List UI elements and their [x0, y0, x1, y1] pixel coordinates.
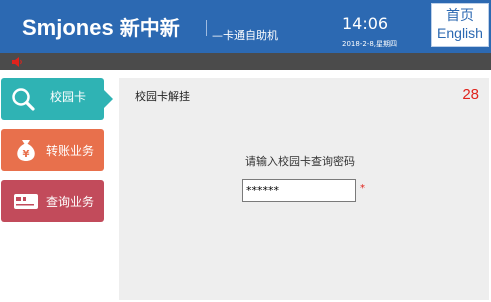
header-bar: Smjones 新中新 —卡通自助机 14:06 2018-2-8,星期四 首页 … [0, 0, 491, 53]
sidebar-item-label: 校园卡 [50, 90, 87, 104]
brand-cn: 新中新 [119, 18, 180, 40]
sidebar-item-query[interactable]: 查询业务 [1, 180, 104, 222]
money-bag-icon: ¥ [17, 140, 35, 161]
password-input[interactable] [242, 179, 356, 202]
brand-logo: Smjones 新中新 [22, 12, 180, 41]
svg-text:¥: ¥ [23, 149, 30, 160]
header-divider [206, 20, 207, 36]
page-title: 校园卡解挂 [135, 90, 190, 103]
notice-bar [0, 53, 491, 70]
home-button[interactable]: 首页 English [431, 3, 489, 47]
main-panel: 校园卡解挂 28 请输入校园卡查询密码 * [119, 78, 489, 300]
language-label-en[interactable]: English [432, 24, 488, 42]
machine-subtitle: —卡通自助机 [212, 29, 278, 42]
home-label-cn: 首页 [446, 8, 474, 24]
bank-card-icon [14, 194, 38, 209]
sidebar-item-transfer[interactable]: ¥ 转账业务 [1, 129, 104, 171]
speaker-icon [12, 57, 22, 67]
sidebar-item-label: 转账业务 [46, 144, 95, 158]
sidebar-item-campus-card[interactable]: 校园卡 [1, 78, 113, 120]
brand-latin: Smjones [22, 15, 114, 40]
search-icon [12, 88, 35, 111]
countdown-timer: 28 [462, 86, 479, 103]
required-mark: * [360, 183, 365, 194]
sidebar-item-label: 查询业务 [46, 195, 95, 209]
password-prompt: 请输入校园卡查询密码 [245, 155, 355, 168]
clock-date: 2018-2-8,星期四 [342, 40, 397, 48]
clock-time: 14:06 [342, 14, 389, 33]
